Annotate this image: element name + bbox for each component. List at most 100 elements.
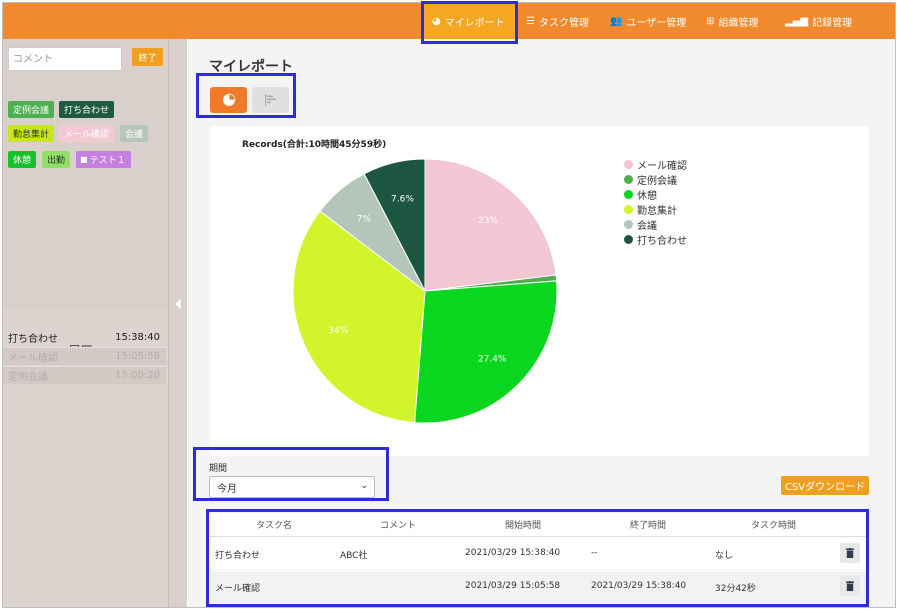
end-button[interactable]: 終了 (132, 48, 163, 66)
nav-my-report[interactable]: ◕ マイレポート (424, 3, 517, 39)
bar-chart-icon (264, 94, 276, 106)
legend-label: 休憩 (637, 191, 657, 202)
history-time: 15:38:40 (115, 331, 160, 343)
bar-view-button[interactable] (252, 87, 289, 113)
legend-swatch (624, 190, 633, 199)
csv-download-button[interactable]: CSVダウンロード (781, 476, 869, 495)
history-row[interactable]: 定例会議 15:00:20 (3, 366, 166, 384)
legend-item[interactable]: 会議 (624, 217, 687, 232)
top-nav: ◕ マイレポート ☰ タスク管理 👥 ユーザー管理 ⊞ 組織管理 ▂▄▆ 記録管… (3, 3, 895, 39)
column-header: タスク時間 (751, 521, 797, 531)
tag-kintai-shukei[interactable]: 勤怠集計 (8, 125, 55, 142)
trash-icon (846, 548, 854, 558)
history-task: メール確認 (8, 353, 58, 364)
signal-icon: ▂▄▆ (785, 15, 809, 27)
legend-item[interactable]: メール確認 (624, 157, 687, 172)
nav-user-management[interactable]: 👥 ユーザー管理 (610, 3, 686, 39)
table-row[interactable]: メール確認 2021/03/29 15:05:58 2021/03/29 15:… (210, 571, 869, 603)
legend-swatch (624, 175, 633, 184)
list-icon: ☰ (526, 15, 535, 27)
page-title: マイレポート (209, 59, 293, 75)
period-select-value: 今月 (217, 483, 237, 495)
comment-input[interactable] (8, 47, 122, 71)
column-header: コメント (380, 521, 417, 531)
cell-start: 2021/03/29 15:38:40 (465, 548, 561, 558)
history-time: 15:05:58 (115, 351, 160, 362)
pie-view-button[interactable] (210, 87, 247, 113)
history-task: 打ち合わせ (8, 333, 58, 345)
cell-task: 打ち合わせ (215, 551, 261, 561)
legend-item[interactable]: 打ち合わせ (624, 232, 687, 247)
legend-label: 定例会議 (637, 176, 677, 187)
cell-duration: 32分42秒 (715, 584, 756, 594)
cell-end: 2021/03/29 15:38:40 (591, 581, 687, 591)
users-icon: 👥 (610, 15, 623, 27)
pie-slice-label: 7.6% (391, 195, 414, 205)
legend-swatch (624, 160, 633, 169)
legend-swatch (624, 205, 633, 214)
main-content: マイレポート Records(合計:10時間45分59秒) 23% 27.4% 34… (188, 39, 895, 607)
delete-button[interactable] (840, 576, 860, 596)
legend-label: メール確認 (637, 161, 687, 172)
chart-legend: メール確認定例会議休憩勤怠集計会議打ち合わせ (624, 157, 687, 247)
legend-item[interactable]: 勤怠集計 (624, 202, 687, 217)
nav-label: タスク管理 (538, 17, 589, 29)
pie-chart: 23% 27.4% 34% 7% 7.6% (292, 158, 558, 424)
tag-kaigi[interactable]: 会議 (120, 125, 149, 142)
pie-slice-label: 23% (478, 216, 498, 226)
legend-label: 勤怠集計 (637, 206, 677, 217)
chevron-left-icon[interactable] (175, 299, 181, 309)
chart-card: Records(合計:10時間45分59秒) 23% 27.4% 34% 7% 7.6%… (210, 126, 869, 456)
pie-chart-icon: ◕ (432, 15, 441, 27)
tag-teirei-kaigi[interactable]: 定例会議 (8, 101, 55, 118)
tag-label: テスト１ (89, 156, 126, 166)
cell-task: メール確認 (215, 584, 261, 594)
nav-org-management[interactable]: ⊞ 組織管理 (706, 3, 758, 39)
records-table: タスク名 コメント 開始時間 終了時間 タスク時間 打ち合わせ ABC社 202… (210, 513, 869, 607)
nav-label: 組織管理 (718, 17, 759, 29)
history-task: 定例会議 (8, 372, 48, 383)
period-select[interactable]: 今月 ⌄ (209, 476, 375, 498)
table-row[interactable]: 打ち合わせ ABC社 2021/03/29 15:38:40 -- なし (210, 538, 869, 570)
sitemap-icon: ⊞ (706, 15, 715, 27)
history-row[interactable]: 打ち合わせ 15:38:40 (3, 328, 166, 346)
nav-task-management[interactable]: ☰ タスク管理 (526, 3, 589, 39)
folder-icon: ■ (80, 155, 88, 164)
legend-item[interactable]: 定例会議 (624, 172, 687, 187)
pie-slice-label: 34% (328, 326, 348, 336)
legend-label: 打ち合わせ (637, 236, 687, 247)
nav-label: ユーザー管理 (626, 17, 687, 29)
nav-label: 記録管理 (812, 17, 853, 29)
nav-record-management[interactable]: ▂▄▆ 記録管理 (785, 3, 852, 39)
cell-comment: ABC社 (340, 551, 368, 561)
delete-button[interactable] (840, 543, 860, 563)
legend-label: 会議 (637, 221, 657, 232)
pie-slice-2[interactable] (414, 280, 558, 424)
tag-mail-check[interactable]: メール確認 (59, 125, 115, 142)
trash-icon (846, 581, 854, 591)
chevron-down-icon: ⌄ (360, 481, 368, 491)
sidebar: 終了 定例会議 打ち合わせ 勤怠集計 メール確認 会議 休憩 出勤 ■ テスト１… (3, 39, 168, 607)
history-row[interactable]: メール確認 15:05:58 (3, 347, 166, 365)
tag-shukkin[interactable]: 出勤 (42, 151, 71, 168)
legend-swatch (624, 220, 633, 229)
tag-test1[interactable]: ■ テスト１ (76, 151, 131, 168)
sidebar-collapse-strip[interactable] (168, 39, 187, 607)
cell-duration: なし (715, 551, 734, 561)
legend-swatch (624, 235, 633, 244)
legend-item[interactable]: 休憩 (624, 187, 687, 202)
pie-chart-icon (222, 93, 235, 106)
pie-slice-label: 27.4% (478, 354, 507, 364)
column-header: 終了時間 (630, 521, 667, 531)
column-header: 開始時間 (505, 521, 542, 531)
column-header: タスク名 (256, 521, 293, 531)
tag-kyukei[interactable]: 休憩 (8, 151, 37, 168)
pie-slice-label: 7% (357, 214, 372, 224)
cell-start: 2021/03/29 15:05:58 (465, 581, 561, 591)
nav-label: マイレポート (444, 17, 505, 29)
period-label: 期間 (209, 464, 228, 474)
table-header: タスク名 コメント 開始時間 終了時間 タスク時間 (210, 513, 869, 537)
cell-end: -- (591, 548, 598, 558)
history-time: 15:00:20 (115, 370, 160, 381)
tag-uchiawase[interactable]: 打ち合わせ (59, 101, 115, 118)
